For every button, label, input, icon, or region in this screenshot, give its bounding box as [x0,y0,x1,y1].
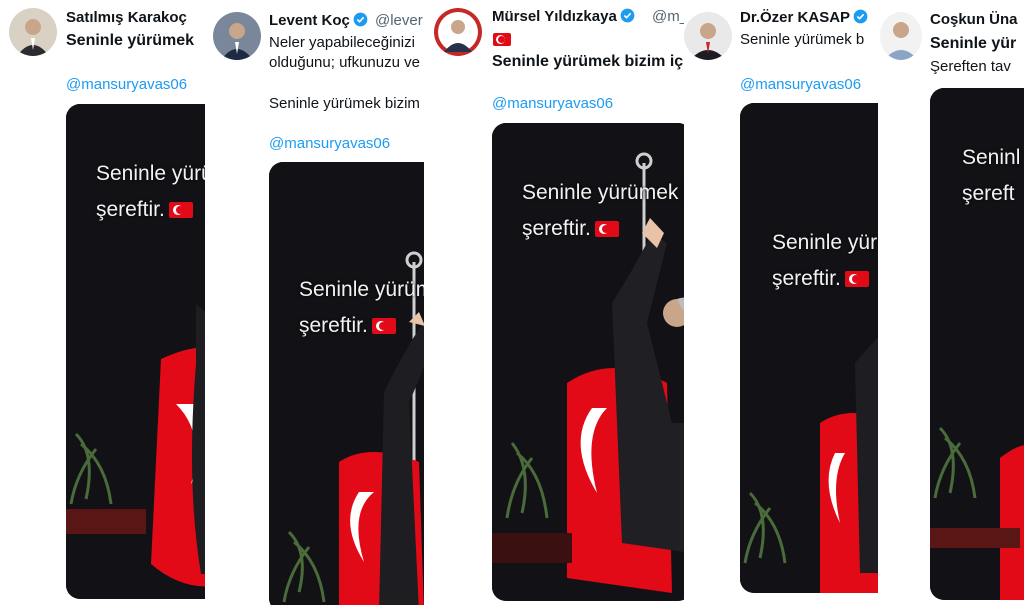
turkish-flag-emoji [594,221,619,237]
turkish-flag-emoji [371,318,396,334]
tweet-text-line: Şereften tav [930,58,1011,75]
caption-line-2: şereftir. [96,192,205,228]
avatar[interactable] [434,8,482,56]
tweet-card-ozer-kasap: Dr.Özer KASAP Seninle yürümek b @mansury… [684,0,878,605]
avatar[interactable] [684,12,732,60]
flag-photo-icon [740,103,878,593]
tweet-text-line: Seninle yürümek bizim [269,95,420,112]
mention-link[interactable]: @mansuryavas06 [492,95,613,112]
tweet-card-coskun-una: Coşkun Üna Seninle yür Şereften tav Seni… [878,0,1024,605]
tweet-media[interactable]: Seninl şereft [930,88,1024,600]
author-name[interactable]: Levent Koç [269,12,368,29]
author-name[interactable]: Dr.Özer KASAP [740,9,868,26]
avatar-photo-icon [9,8,57,56]
tweet-card-mursel-yildizkaya: Mürsel Yıldızkaya @m_ Seninle yürümek bi… [424,0,684,605]
caption-line: Seninle yürüm [299,278,424,301]
caption-line: Seninl [962,146,1021,169]
caption-line: Seninle yürü [96,162,205,185]
tweet-media[interactable]: Seninle yür şereftir. [740,103,878,593]
tweet-card-levent-koc: Levent Koç @lever Neler yapabileceğinizi… [205,0,424,605]
tweet-text-line: Seninle yür [930,35,1017,52]
author-name[interactable]: Satılmış Karakoç [66,9,187,26]
verified-badge-icon [853,9,868,24]
media-caption: Seninle yürü şereftir. [96,156,205,228]
author-name-text: Levent Koç [269,12,350,29]
tweet-text: Seninle yürümek b [740,31,865,48]
turkish-flag-emoji [168,202,193,218]
flag-photo-icon [269,162,424,605]
verified-badge-icon [353,12,368,27]
media-caption: Seninle yürüm şereftir. [299,272,424,344]
avatar-photo-icon [684,12,732,60]
author-handle[interactable]: @m_ [652,8,684,25]
avatar[interactable] [880,12,922,60]
tweet-media[interactable]: Seninle yürü şereftir. [66,104,205,599]
avatar-photo-icon [434,8,482,56]
media-caption: Seninl şereft [962,140,1020,212]
caption-line: Seninle yür [772,231,878,254]
author-name[interactable]: Coşkun Üna [930,11,1018,28]
author-name-text: Dr.Özer KASAP [740,9,851,26]
mention-link[interactable]: @mansuryavas06 [66,76,187,93]
avatar-photo-icon [880,12,922,60]
media-caption: Seninle yür şereftir. [772,225,877,297]
caption-text: şereftir. [299,314,368,337]
mention-link[interactable]: @mansuryavas06 [269,135,390,152]
verified-badge-icon [620,8,635,23]
caption-text: şereftir. [522,217,591,240]
turkish-flag-emoji [493,33,511,46]
tweet-media[interactable]: Seninle yürüm şereftir. [269,162,424,605]
media-caption: Seninle yürümek b şereftir. [522,175,684,247]
avatar[interactable] [213,12,261,60]
tweet-media[interactable]: Seninle yürümek b şereftir. [492,123,684,601]
tweet-text-line: olduğunu; ufkunuzu ve [269,54,420,71]
mention-link[interactable]: @mansuryavas06 [740,76,861,93]
caption-line: şereft [962,182,1015,205]
avatar-photo-icon [213,12,261,60]
caption-text: şereftir. [772,267,841,290]
tweet-card-satilmis-karakoc: Satılmış Karakoç Seninle yürümek @mansur… [0,0,205,605]
tweet-text: Seninle yürümek [66,32,195,49]
turkish-flag-emoji [844,271,869,287]
tweet-text-line: Neler yapabileceğinizi [269,34,415,51]
caption-line-2: şereftir. [299,308,424,344]
caption-line-2: şereftir. [522,211,684,247]
author-name-text: Mürsel Yıldızkaya [492,8,617,25]
avatar[interactable] [9,8,57,56]
author-handle[interactable]: @lever [375,12,423,29]
caption-line-2: şereftir. [772,261,877,297]
author-name[interactable]: Mürsel Yıldızkaya [492,8,635,25]
caption-text: şereftir. [96,198,165,221]
tweet-text: Seninle yürümek bizim iç [492,53,684,70]
caption-line: Seninle yürümek b [522,181,684,204]
